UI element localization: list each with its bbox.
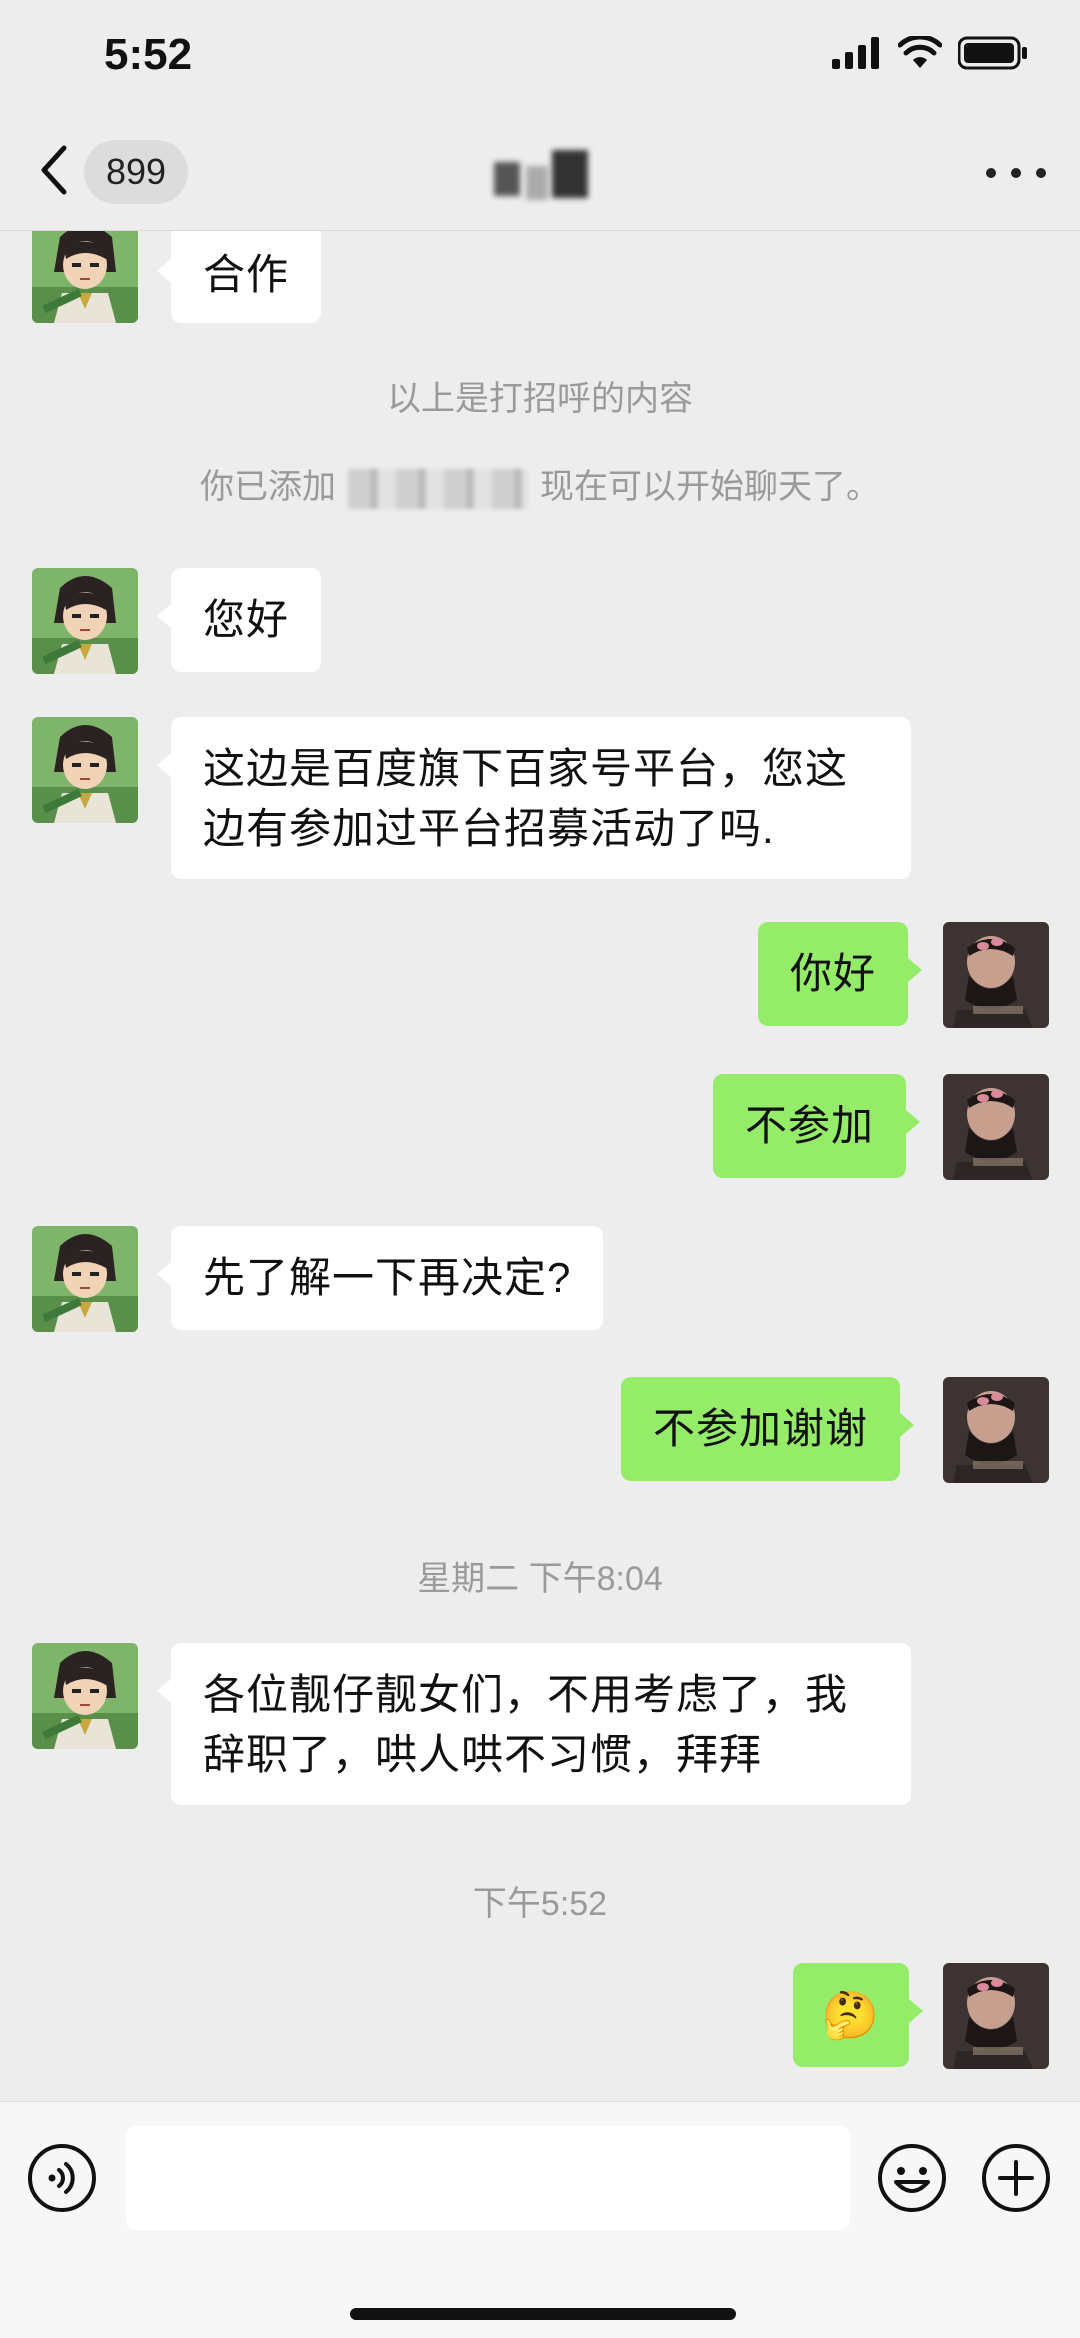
- message-input[interactable]: [126, 2126, 850, 2230]
- system-message: 以上是打招呼的内容: [387, 380, 693, 418]
- received-message-bubble[interactable]: 各位靓仔靓女们，不用考虑了，我 辞职了，哄人哄不习惯，拜拜: [157, 1643, 911, 1805]
- contact-avatar[interactable]: [32, 231, 138, 323]
- timestamp: 下午5:52: [472, 1885, 608, 1923]
- status-time: 5:52: [104, 30, 193, 79]
- thinking-emoji-icon: 🤔: [821, 1989, 881, 2041]
- cellular-signal-icon: [832, 37, 879, 69]
- contact-name-redacted: [440, 140, 640, 204]
- message-text-line: 各位靓仔靓女们，不用考虑了，我: [203, 1671, 849, 1718]
- message-text: 您好: [203, 596, 290, 643]
- unread-count-badge[interactable]: 899: [84, 140, 189, 204]
- home-indicator[interactable]: [350, 2308, 736, 2320]
- more-dot-icon: [986, 168, 996, 178]
- system-added-suffix: 现在可以开始聊天了。: [540, 468, 880, 506]
- plus-icon: [982, 2144, 1050, 2212]
- received-message-bubble[interactable]: 这边是百度旗下百家号平台，您这 边有参加过平台招募活动了吗.: [157, 717, 911, 879]
- contact-avatar[interactable]: [32, 1226, 138, 1332]
- chat-message-list[interactable]: 合作 以上是打招呼的内容 你已添加 现在可以开始聊天了。 您好 这边是百度旗下百…: [0, 231, 1080, 2101]
- message-text-line: 辞职了，哄人哄不习惯，拜拜: [203, 1731, 763, 1778]
- received-message-bubble[interactable]: 合作: [156, 231, 322, 323]
- user-avatar[interactable]: [943, 1377, 1049, 1483]
- more-functions-button[interactable]: [980, 2142, 1052, 2214]
- message-text-line: 这边是百度旗下百家号平台，您这: [203, 745, 849, 792]
- message-text: 先了解一下再决定?: [203, 1254, 572, 1301]
- timestamp: 星期二 下午8:04: [417, 1560, 663, 1598]
- wifi-icon: [898, 36, 942, 68]
- sent-message-bubble[interactable]: 不参加谢谢: [621, 1377, 915, 1481]
- more-options-button[interactable]: [986, 148, 1046, 198]
- user-avatar[interactable]: [943, 1963, 1049, 2069]
- message-text: 合作: [203, 251, 290, 298]
- status-bar: 5:52: [0, 0, 1080, 120]
- emoji-icon: [878, 2144, 946, 2212]
- more-dot-icon: [1036, 168, 1046, 178]
- status-icons: [832, 36, 1028, 70]
- user-avatar[interactable]: [943, 1074, 1049, 1180]
- contact-avatar[interactable]: [32, 568, 138, 674]
- redacted-name: [348, 469, 528, 510]
- back-button[interactable]: [34, 140, 74, 200]
- voice-icon: [28, 2144, 96, 2212]
- sent-message-bubble[interactable]: 你好: [758, 922, 923, 1026]
- voice-button[interactable]: [26, 2142, 98, 2214]
- sent-message-bubble[interactable]: 不参加: [713, 1074, 921, 1178]
- contact-avatar[interactable]: [32, 1643, 138, 1749]
- emoji-button[interactable]: [876, 2142, 948, 2214]
- contact-avatar[interactable]: [32, 717, 138, 823]
- message-text: 不参加谢谢: [653, 1405, 869, 1452]
- user-avatar[interactable]: [943, 922, 1049, 1028]
- message-input-bar: [0, 2101, 1080, 2338]
- system-message-added: 你已添加 现在可以开始聊天了。: [0, 459, 1080, 510]
- received-message-bubble[interactable]: 您好: [156, 568, 322, 672]
- message-text-line: 边有参加过平台招募活动了吗.: [203, 805, 775, 852]
- back-chevron-icon: [41, 145, 67, 195]
- sent-message-bubble[interactable]: 🤔: [793, 1963, 923, 2067]
- chat-header: 899: [0, 120, 1080, 231]
- received-message-bubble[interactable]: 先了解一下再决定?: [156, 1226, 604, 1330]
- message-text: 不参加: [745, 1102, 875, 1149]
- more-dot-icon: [1011, 168, 1021, 178]
- battery-icon: [958, 36, 1027, 70]
- message-text: 你好: [790, 950, 877, 997]
- system-added-prefix: 你已添加: [200, 468, 336, 506]
